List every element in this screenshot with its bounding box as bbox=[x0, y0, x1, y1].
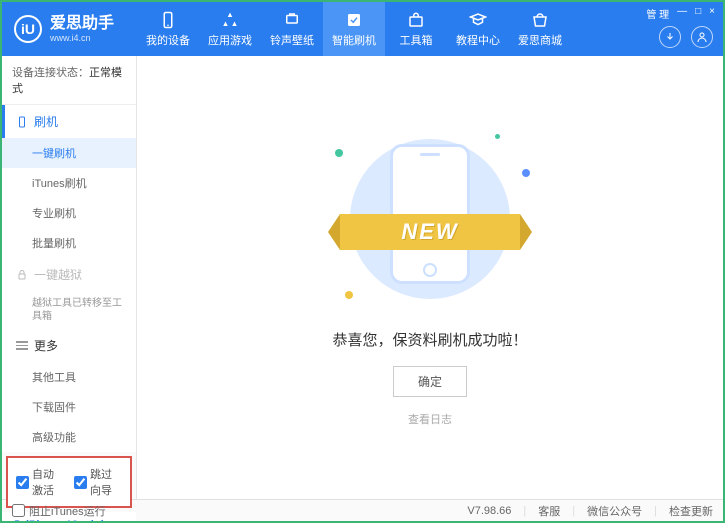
block-itunes-checkbox[interactable]: 阻止iTunes运行 bbox=[12, 503, 106, 519]
phone-icon bbox=[16, 116, 28, 128]
jailbreak-note: 越狱工具已转移至工具箱 bbox=[2, 291, 136, 329]
flash-icon bbox=[345, 11, 363, 29]
nav-label: 我的设备 bbox=[146, 32, 190, 48]
skip-guide-checkbox[interactable]: 跳过向导 bbox=[74, 466, 122, 498]
sidebar-section-jailbreak: 一键越狱 bbox=[2, 258, 136, 291]
nav-toolbox[interactable]: 工具箱 bbox=[385, 2, 447, 56]
download-icon[interactable] bbox=[659, 26, 681, 48]
logo: iU 爱思助手 www.i4.cn bbox=[2, 15, 137, 43]
nav-apps[interactable]: 应用游戏 bbox=[199, 2, 261, 56]
app-header: iU 爱思助手 www.i4.cn 我的设备 应用游戏 铃声壁纸 智能刷机 bbox=[2, 2, 723, 56]
checkbox-label: 阻止iTunes运行 bbox=[29, 503, 106, 519]
nav-label: 应用游戏 bbox=[208, 32, 252, 48]
view-log-link[interactable]: 查看日志 bbox=[408, 411, 452, 427]
tutorial-icon bbox=[469, 11, 487, 29]
maximize-icon[interactable]: □ bbox=[695, 6, 701, 21]
apps-icon bbox=[221, 11, 239, 29]
section-label: 更多 bbox=[34, 337, 58, 354]
lock-icon bbox=[16, 269, 28, 281]
logo-text: 爱思助手 bbox=[50, 15, 114, 33]
success-illustration: NEW bbox=[330, 129, 530, 309]
success-message: 恭喜您，保资料刷机成功啦！ bbox=[332, 329, 527, 350]
service-link[interactable]: 客服 bbox=[538, 503, 560, 519]
checkbox[interactable] bbox=[12, 504, 25, 517]
checkbox[interactable] bbox=[16, 476, 29, 489]
logo-url: www.i4.cn bbox=[50, 33, 114, 43]
ringtone-icon bbox=[283, 11, 301, 29]
window-controls: 管 理 — □ × bbox=[646, 6, 715, 21]
status-label: 设备连接状态： bbox=[12, 67, 89, 79]
nav-tutorial[interactable]: 教程中心 bbox=[447, 2, 509, 56]
new-banner-text: NEW bbox=[340, 219, 520, 245]
sidebar-item-batch[interactable]: 批量刷机 bbox=[2, 228, 136, 258]
sidebar-section-more[interactable]: 更多 bbox=[2, 329, 136, 362]
update-link[interactable]: 检查更新 bbox=[669, 503, 713, 519]
top-nav: 我的设备 应用游戏 铃声壁纸 智能刷机 工具箱 教程中心 bbox=[137, 2, 571, 56]
sidebar-section-flash[interactable]: 刷机 bbox=[2, 105, 136, 138]
hamburger-icon bbox=[16, 339, 28, 352]
nav-ringtone[interactable]: 铃声壁纸 bbox=[261, 2, 323, 56]
nav-label: 智能刷机 bbox=[332, 32, 376, 48]
user-icon[interactable] bbox=[691, 26, 713, 48]
window-menu[interactable]: 管 理 bbox=[646, 6, 669, 21]
version-label: V7.98.66 bbox=[467, 505, 511, 517]
nav-store[interactable]: 爱思商城 bbox=[509, 2, 571, 56]
nav-label: 工具箱 bbox=[400, 32, 433, 48]
sidebar-item-pro[interactable]: 专业刷机 bbox=[2, 198, 136, 228]
sidebar: 设备连接状态：正常模式 刷机 一键刷机 iTunes刷机 专业刷机 批量刷机 一… bbox=[2, 56, 137, 499]
auto-activate-checkbox[interactable]: 自动激活 bbox=[16, 466, 64, 498]
checkbox[interactable] bbox=[74, 476, 87, 489]
nav-label: 教程中心 bbox=[456, 32, 500, 48]
connection-status: 设备连接状态：正常模式 bbox=[2, 56, 136, 105]
logo-icon: iU bbox=[14, 15, 42, 43]
section-label: 一键越狱 bbox=[34, 266, 82, 283]
close-icon[interactable]: × bbox=[709, 6, 715, 21]
options-highlighted: 自动激活 跳过向导 bbox=[6, 456, 132, 508]
nav-label: 铃声壁纸 bbox=[270, 32, 314, 48]
sidebar-item-other[interactable]: 其他工具 bbox=[2, 362, 136, 392]
device-name[interactable]: iPhone 12 mini bbox=[12, 518, 126, 523]
nav-device[interactable]: 我的设备 bbox=[137, 2, 199, 56]
wechat-link[interactable]: 微信公众号 bbox=[587, 503, 642, 519]
nav-flash[interactable]: 智能刷机 bbox=[323, 2, 385, 56]
checkbox-label: 自动激活 bbox=[32, 466, 64, 498]
main-content: NEW 恭喜您，保资料刷机成功啦！ 确定 查看日志 bbox=[137, 56, 723, 499]
confirm-button[interactable]: 确定 bbox=[393, 366, 467, 397]
device-name-text: iPhone 12 mini bbox=[26, 519, 104, 523]
nav-label: 爱思商城 bbox=[518, 32, 562, 48]
minimize-icon[interactable]: — bbox=[677, 6, 687, 21]
checkbox-label: 跳过向导 bbox=[90, 466, 122, 498]
toolbox-icon bbox=[407, 11, 425, 29]
phone-icon bbox=[159, 11, 177, 29]
phone-icon bbox=[12, 518, 22, 523]
section-label: 刷机 bbox=[34, 113, 58, 130]
sidebar-item-itunes[interactable]: iTunes刷机 bbox=[2, 168, 136, 198]
store-icon bbox=[531, 11, 549, 29]
sidebar-item-oneclick[interactable]: 一键刷机 bbox=[2, 138, 136, 168]
sidebar-item-advanced[interactable]: 高级功能 bbox=[2, 422, 136, 452]
sidebar-item-firmware[interactable]: 下载固件 bbox=[2, 392, 136, 422]
